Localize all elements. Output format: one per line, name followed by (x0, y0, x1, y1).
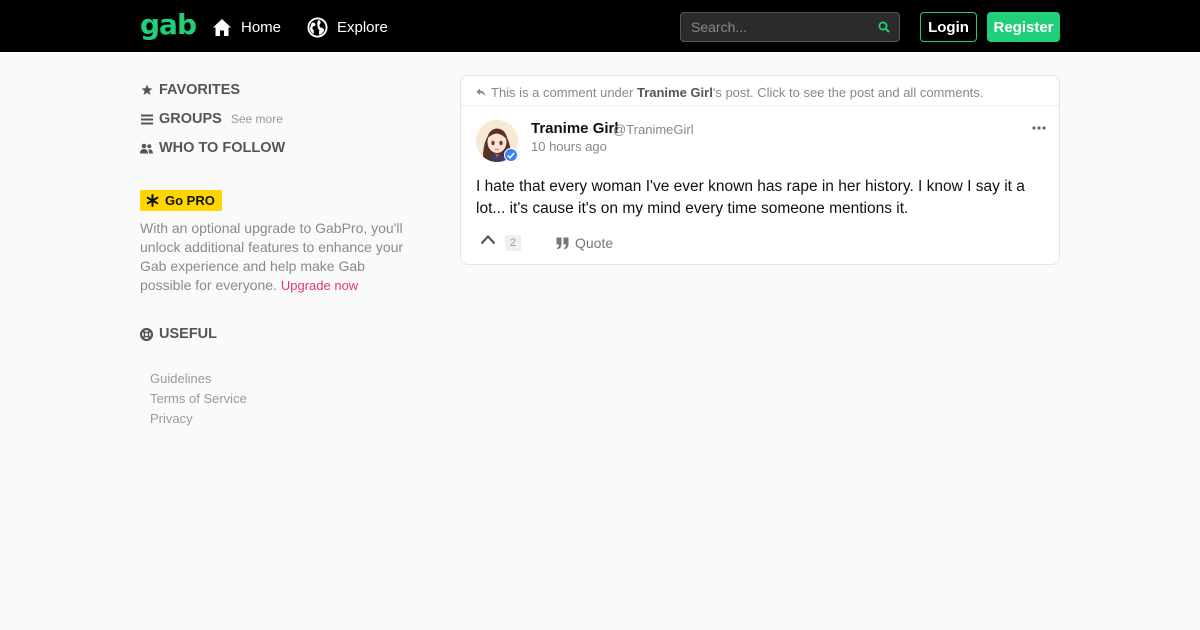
guidelines-link[interactable]: Guidelines (150, 369, 247, 389)
privacy-link[interactable]: Privacy (150, 409, 247, 429)
sidebar-useful: USEFUL (140, 325, 217, 343)
useful-links-list: Guidelines Terms of Service Privacy (150, 369, 247, 429)
login-button[interactable]: Login (920, 12, 977, 42)
comment-context-suffix: 's post. Click to see the post and all c… (712, 84, 984, 100)
star-icon (140, 84, 153, 96)
verified-badge-icon (504, 148, 518, 162)
terms-of-service-link[interactable]: Terms of Service (150, 389, 247, 409)
comment-context-banner[interactable]: This is a comment under Tranime Girl's p… (476, 84, 983, 100)
author-handle[interactable]: @TranimeGirl (613, 122, 694, 137)
nav-home-link[interactable]: Home (212, 16, 281, 38)
sidebar-useful-label: USEFUL (159, 326, 217, 342)
list-icon (140, 114, 153, 125)
author-name[interactable]: Tranime Girl (531, 120, 619, 137)
nav-explore-label: Explore (337, 18, 388, 36)
upgrade-now-link[interactable]: Upgrade now (281, 278, 358, 293)
post-body: I hate that every woman I've ever known … (476, 178, 1025, 217)
reply-arrow-icon (476, 88, 486, 97)
sidebar-groups-label: GROUPS (159, 111, 222, 127)
post-card: This is a comment under Tranime Girl's p… (460, 75, 1060, 265)
top-navigation-bar: gab Home Explore Login Register (0, 0, 1200, 52)
users-icon (140, 143, 153, 154)
quote-label: Quote (575, 235, 614, 251)
globe-icon (307, 16, 328, 38)
sidebar-favorites[interactable]: FAVORITES (140, 81, 240, 99)
search-icon[interactable] (878, 21, 890, 33)
gabpro-text: With an optional upgrade to GabPro, you'… (140, 220, 404, 293)
nav-home-label: Home (241, 18, 282, 36)
go-pro-badge[interactable]: Go PRO (140, 190, 222, 211)
card-divider (461, 105, 1059, 106)
groups-see-more-link[interactable]: See more (231, 112, 283, 126)
sidebar-who-to-follow-label: WHO TO FOLLOW (159, 140, 286, 156)
search-box (680, 12, 900, 42)
gabpro-description: With an optional upgrade to GabPro, you'… (140, 219, 410, 295)
sidebar-groups[interactable]: GROUPS See more (140, 110, 283, 128)
upvote-icon[interactable] (480, 234, 496, 245)
quote-icon (556, 237, 569, 249)
gab-logo[interactable]: gab (140, 9, 197, 41)
comment-context-author: Tranime Girl (636, 84, 713, 100)
sidebar-who-to-follow[interactable]: WHO TO FOLLOW (140, 139, 285, 157)
vote-count: 2 (505, 235, 521, 251)
lifebuoy-icon (140, 327, 153, 341)
nav-explore-link[interactable]: Explore (307, 16, 388, 38)
go-pro-label: Go PRO (165, 193, 215, 208)
asterisk-icon (146, 194, 159, 207)
comment-context-prefix: This is a comment under (491, 84, 634, 100)
quote-button[interactable]: Quote (556, 235, 613, 251)
search-input[interactable] (681, 13, 871, 41)
home-icon (213, 18, 231, 36)
register-button[interactable]: Register (987, 12, 1060, 42)
more-options-icon[interactable] (1032, 126, 1046, 130)
sidebar-favorites-label: FAVORITES (159, 82, 241, 98)
post-timestamp[interactable]: 10 hours ago (531, 139, 607, 154)
